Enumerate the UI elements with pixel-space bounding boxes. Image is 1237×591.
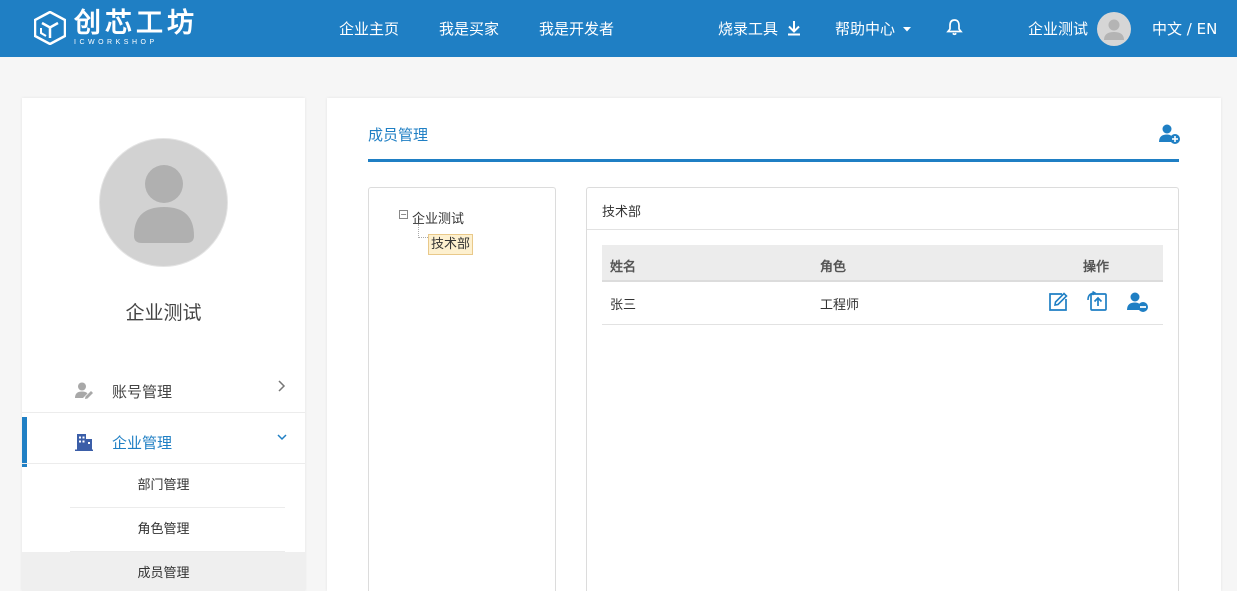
table-row: 张三 工程师 (602, 282, 1163, 325)
top-navbar: 创芯工坊 ICWORKSHOP 企业主页 我是买家 我是开发者 烧录工具 帮助中… (0, 0, 1237, 57)
add-member-icon[interactable] (1159, 123, 1181, 145)
edit-icon[interactable] (1047, 291, 1069, 313)
company-name: 企业测试 (125, 302, 202, 324)
main-content: 成员管理 − 企业测试 技术部 技术部 姓名 角色 操作 张三 工程师 (327, 98, 1221, 591)
remove-member-icon[interactable] (1127, 291, 1149, 313)
sidebar-item-enterprise-label: 企业管理 (112, 434, 173, 452)
help-center-label: 帮助中心 (835, 20, 896, 38)
column-header-actions: 操作 (1083, 260, 1110, 275)
member-role: 工程师 (820, 298, 860, 313)
transfer-department-icon[interactable] (1087, 290, 1109, 313)
nav-enterprise-home[interactable]: 企业主页 (339, 18, 399, 39)
burn-tool-label: 烧录工具 (718, 20, 779, 38)
language-switch[interactable]: 中文 / EN (1152, 18, 1217, 39)
sidebar-item-account[interactable]: 账号管理 (22, 366, 305, 416)
sidebar-divider (22, 412, 305, 413)
column-header-role: 角色 (820, 260, 847, 275)
title-underline (368, 159, 1179, 162)
department-panel: 技术部 姓名 角色 操作 张三 工程师 (586, 187, 1179, 591)
building-icon (74, 432, 94, 452)
column-header-name: 姓名 (610, 260, 637, 275)
brand-subtitle: ICWORKSHOP (74, 39, 158, 46)
download-icon (787, 21, 800, 36)
notification-bell-icon[interactable] (946, 18, 963, 40)
nav-help-center[interactable]: 帮助中心 (835, 18, 912, 39)
sidebar-subitem-department[interactable]: 部门管理 (22, 464, 305, 508)
department-title: 技术部 (602, 205, 642, 220)
company-avatar[interactable] (99, 138, 228, 267)
brand-logo[interactable]: 创芯工坊 ICWORKSHOP (33, 8, 198, 48)
chevron-right-icon (276, 379, 286, 397)
nav-buyer[interactable]: 我是买家 (439, 18, 499, 39)
chevron-down-icon (276, 430, 288, 448)
logo-cube-icon (33, 10, 67, 46)
nav-burn-tool[interactable]: 烧录工具 (718, 18, 802, 39)
sidebar-item-enterprise[interactable]: 企业管理 (22, 417, 305, 467)
department-tree: − 企业测试 技术部 (368, 187, 556, 591)
nav-developer[interactable]: 我是开发者 (539, 18, 614, 39)
tree-connector (418, 224, 428, 238)
brand-title: 创芯工坊 (74, 8, 198, 39)
user-avatar[interactable] (1097, 12, 1131, 46)
caret-down-icon (902, 26, 911, 31)
page-title: 成员管理 (368, 126, 429, 144)
sidebar-item-account-label: 账号管理 (112, 383, 173, 401)
sidebar-subitem-role[interactable]: 角色管理 (22, 508, 305, 552)
department-header: 技术部 (587, 188, 1178, 230)
sidebar: 企业测试 账号管理 企业管理 部门管理 角色管理 成员管理 (22, 98, 305, 591)
tree-collapse-icon[interactable]: − (399, 210, 408, 219)
user-edit-icon (74, 381, 94, 401)
user-name[interactable]: 企业测试 (1028, 18, 1088, 39)
sidebar-subitem-member[interactable]: 成员管理 (22, 552, 305, 591)
member-name: 张三 (610, 298, 637, 313)
table-header: 姓名 角色 操作 (602, 245, 1163, 282)
tree-node-selected[interactable]: 技术部 (428, 234, 474, 255)
